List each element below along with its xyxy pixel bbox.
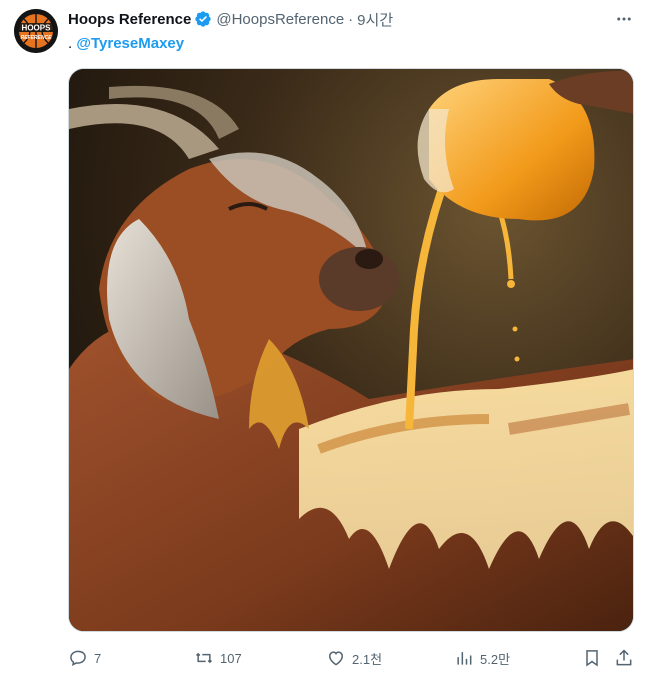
mention-link[interactable]: @TyreseMaxey <box>76 35 184 52</box>
share-icon <box>616 649 632 666</box>
view-count: 5.2만 <box>480 651 511 667</box>
svg-text:HOOPS: HOOPS <box>22 24 52 33</box>
timestamp[interactable]: 9시간 <box>357 9 393 30</box>
retweet-count: 107 <box>220 650 242 666</box>
action-bar: 7 107 2.1천 5.2만 <box>68 646 634 670</box>
tweet-header: Hoops Reference @HoopsReference · 9시간 <box>68 9 393 29</box>
display-name[interactable]: Hoops Reference <box>68 11 191 28</box>
retweet-icon <box>195 652 213 664</box>
views-button[interactable]: 5.2만 <box>454 646 510 670</box>
reply-button[interactable]: 7 <box>68 646 101 670</box>
avatar[interactable]: HOOPS REFERENCE <box>14 9 58 53</box>
bookmark-icon <box>586 650 598 667</box>
reply-count: 7 <box>94 650 102 666</box>
reply-icon <box>70 650 86 667</box>
tweet-media-image[interactable] <box>68 68 634 632</box>
like-button[interactable]: 2.1천 <box>326 646 382 670</box>
share-button[interactable] <box>614 646 634 670</box>
svg-text:REFERENCE: REFERENCE <box>21 35 53 41</box>
heart-icon <box>328 651 344 666</box>
like-count: 2.1천 <box>352 651 383 667</box>
separator-dot: · <box>348 10 354 28</box>
retweet-button[interactable]: 107 <box>194 646 242 670</box>
verified-badge-icon <box>194 10 212 28</box>
handle[interactable]: @HoopsReference <box>216 11 344 28</box>
tweet-text: . @TyreseMaxey <box>68 35 184 52</box>
bookmark-button[interactable] <box>582 646 602 670</box>
more-options-icon[interactable] <box>614 9 634 29</box>
analytics-icon <box>457 652 472 665</box>
tweet[interactable]: HOOPS REFERENCE Hoops Reference @HoopsRe… <box>0 0 650 674</box>
